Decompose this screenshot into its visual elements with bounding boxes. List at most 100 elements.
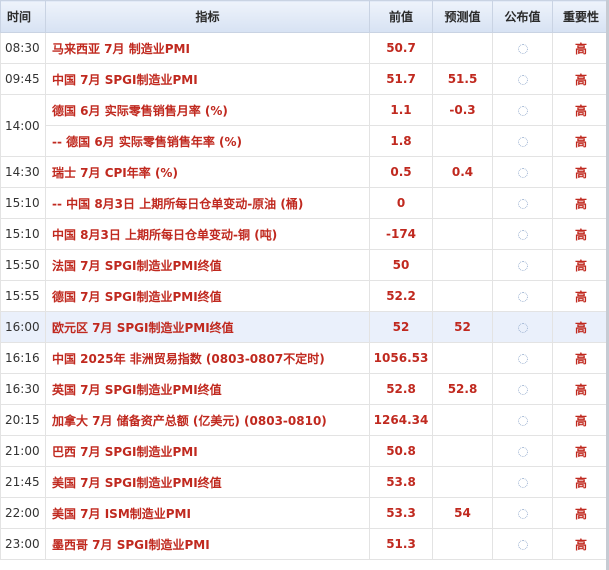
row-actual — [492, 218, 553, 250]
row-actual — [492, 435, 553, 467]
col-header-indicator[interactable]: 指标 — [45, 0, 370, 33]
row-time: 15:55 — [0, 280, 46, 312]
table-row[interactable]: 16:00 欧元区 7月 SPGI制造业PMI终值 52 52 高 — [0, 311, 609, 343]
col-header-previous[interactable]: 前值 — [369, 0, 433, 33]
row-time: 21:00 — [0, 435, 46, 467]
row-time: 15:10 — [0, 187, 46, 219]
row-indicator[interactable]: -- 德国 6月 实际零售销售年率 (%) — [45, 125, 370, 157]
row-indicator[interactable]: 德国 7月 SPGI制造业PMI终值 — [45, 280, 370, 312]
table-row[interactable]: 15:10 中国 8月3日 上期所每日仓单变动-铜 (吨) -174 高 — [0, 218, 609, 250]
row-importance: 高 — [552, 404, 609, 436]
row-forecast: 52.8 — [432, 373, 493, 405]
row-previous: 1.8 — [369, 125, 433, 157]
loading-spinner-icon — [517, 74, 528, 85]
table-row[interactable]: 21:00 巴西 7月 SPGI制造业PMI 50.8 高 — [0, 435, 609, 467]
row-indicator[interactable]: 欧元区 7月 SPGI制造业PMI终值 — [45, 311, 370, 343]
row-indicator[interactable]: 中国 7月 SPGI制造业PMI — [45, 63, 370, 95]
row-time: 21:45 — [0, 466, 46, 498]
row-indicator[interactable]: 墨西哥 7月 SPGI制造业PMI — [45, 528, 370, 560]
table-row[interactable]: 09:45 中国 7月 SPGI制造业PMI 51.7 51.5 高 — [0, 63, 609, 95]
row-forecast: 54 — [432, 497, 493, 529]
col-header-time[interactable]: 时间 — [0, 0, 46, 33]
row-indicator[interactable]: 瑞士 7月 CPI年率 (%) — [45, 156, 370, 188]
row-forecast — [432, 342, 493, 374]
row-forecast: 51.5 — [432, 63, 493, 95]
row-previous: 50.7 — [369, 32, 433, 64]
loading-spinner-icon — [517, 260, 528, 271]
row-forecast — [432, 32, 493, 64]
row-indicator[interactable]: 美国 7月 ISM制造业PMI — [45, 497, 370, 529]
row-forecast — [432, 280, 493, 312]
table-row[interactable]: 22:00 美国 7月 ISM制造业PMI 53.3 54 高 — [0, 497, 609, 529]
table-row[interactable]: 08:30 马来西亚 7月 制造业PMI 50.7 高 — [0, 32, 609, 64]
row-indicator[interactable]: 中国 8月3日 上期所每日仓单变动-铜 (吨) — [45, 218, 370, 250]
loading-spinner-icon — [517, 105, 528, 116]
table-row[interactable]: 14:00 德国 6月 实际零售销售月率 (%) 1.1 -0.3 高 — [0, 94, 609, 157]
row-actual — [492, 280, 553, 312]
col-header-actual[interactable]: 公布值 — [492, 0, 553, 33]
table-row[interactable]: 15:10 -- 中国 8月3日 上期所每日仓单变动-原油 (桶) 0 高 — [0, 187, 609, 219]
row-actual — [492, 342, 553, 374]
row-forecast — [432, 187, 493, 219]
loading-spinner-icon — [517, 384, 528, 395]
row-indicator[interactable]: 法国 7月 SPGI制造业PMI终值 — [45, 249, 370, 281]
table-row[interactable]: 15:55 德国 7月 SPGI制造业PMI终值 52.2 高 — [0, 280, 609, 312]
row-importance: 高 — [552, 187, 609, 219]
table-row[interactable]: 16:16 中国 2025年 非洲贸易指数 (0803-0807不定时) 1056.… — [0, 342, 609, 374]
row-indicator[interactable]: 中国 2025年 非洲贸易指数 (0803-0807不定时) — [45, 342, 370, 374]
row-forecast: -0.3 — [432, 94, 493, 126]
table-row[interactable]: 15:50 法国 7月 SPGI制造业PMI终值 50 高 — [0, 249, 609, 281]
row-forecast — [432, 435, 493, 467]
loading-spinner-icon — [517, 136, 528, 147]
row-forecast — [432, 218, 493, 250]
row-previous: 51.3 — [369, 528, 433, 560]
row-actual — [492, 497, 553, 529]
loading-spinner-icon — [517, 539, 528, 550]
row-time: 09:45 — [0, 63, 46, 95]
table-row[interactable]: 21:45 美国 7月 SPGI制造业PMI终值 53.8 高 — [0, 466, 609, 498]
row-indicator[interactable]: 加拿大 7月 储备资产总额 (亿美元) (0803-0810) — [45, 404, 370, 436]
loading-spinner-icon — [517, 167, 528, 178]
row-indicator[interactable]: 美国 7月 SPGI制造业PMI终值 — [45, 466, 370, 498]
row-previous: 0.5 — [369, 156, 433, 188]
row-importance: 高 — [552, 156, 609, 188]
economic-calendar-table: 时间 指标 前值 预测值 公布值 重要性 08:30 马来西亚 7月 制造业PMI… — [0, 0, 609, 560]
row-forecast — [432, 125, 493, 157]
row-forecast: 0.4 — [432, 156, 493, 188]
table-body: 08:30 马来西亚 7月 制造业PMI 50.7 高 09:45 中国 7月 SPGI制… — [0, 32, 609, 560]
table-header: 时间 指标 前值 预测值 公布值 重要性 — [0, 0, 609, 33]
calendar-panel: 时间 指标 前值 预测值 公布值 重要性 08:30 马来西亚 7月 制造业PMI… — [0, 0, 609, 570]
row-actual — [492, 125, 553, 157]
row-actual — [492, 32, 553, 64]
row-forecast — [432, 466, 493, 498]
row-forecast — [432, 528, 493, 560]
row-time: 20:15 — [0, 404, 46, 436]
row-forecast: 52 — [432, 311, 493, 343]
row-indicator[interactable]: 英国 7月 SPGI制造业PMI终值 — [45, 373, 370, 405]
table-row[interactable]: 23:00 墨西哥 7月 SPGI制造业PMI 51.3 高 — [0, 528, 609, 560]
row-actual — [492, 404, 553, 436]
table-row[interactable]: -- 德国 6月 实际零售销售年率 (%) 1.8 高 — [1, 125, 609, 157]
row-indicator[interactable]: -- 中国 8月3日 上期所每日仓单变动-原油 (桶) — [45, 187, 370, 219]
loading-spinner-icon — [517, 415, 528, 426]
row-actual — [492, 373, 553, 405]
row-previous: 1.1 — [369, 94, 433, 126]
row-importance: 高 — [552, 311, 609, 343]
row-indicator[interactable]: 巴西 7月 SPGI制造业PMI — [45, 435, 370, 467]
table-row[interactable]: 20:15 加拿大 7月 储备资产总额 (亿美元) (0803-0810) 1264… — [0, 404, 609, 436]
row-forecast — [432, 404, 493, 436]
row-importance: 高 — [552, 63, 609, 95]
row-previous: 53.8 — [369, 466, 433, 498]
row-actual — [492, 187, 553, 219]
row-actual — [492, 466, 553, 498]
loading-spinner-icon — [517, 322, 528, 333]
row-indicator[interactable]: 德国 6月 实际零售销售月率 (%) — [45, 94, 370, 126]
row-actual — [492, 63, 553, 95]
col-header-forecast[interactable]: 预测值 — [432, 0, 493, 33]
table-row[interactable]: 14:30 瑞士 7月 CPI年率 (%) 0.5 0.4 高 — [0, 156, 609, 188]
table-row[interactable]: 16:30 英国 7月 SPGI制造业PMI终值 52.8 52.8 高 — [0, 373, 609, 405]
col-header-importance[interactable]: 重要性 — [552, 0, 609, 33]
row-indicator[interactable]: 马来西亚 7月 制造业PMI — [45, 32, 370, 64]
row-time: 08:30 — [0, 32, 46, 64]
row-actual — [492, 156, 553, 188]
